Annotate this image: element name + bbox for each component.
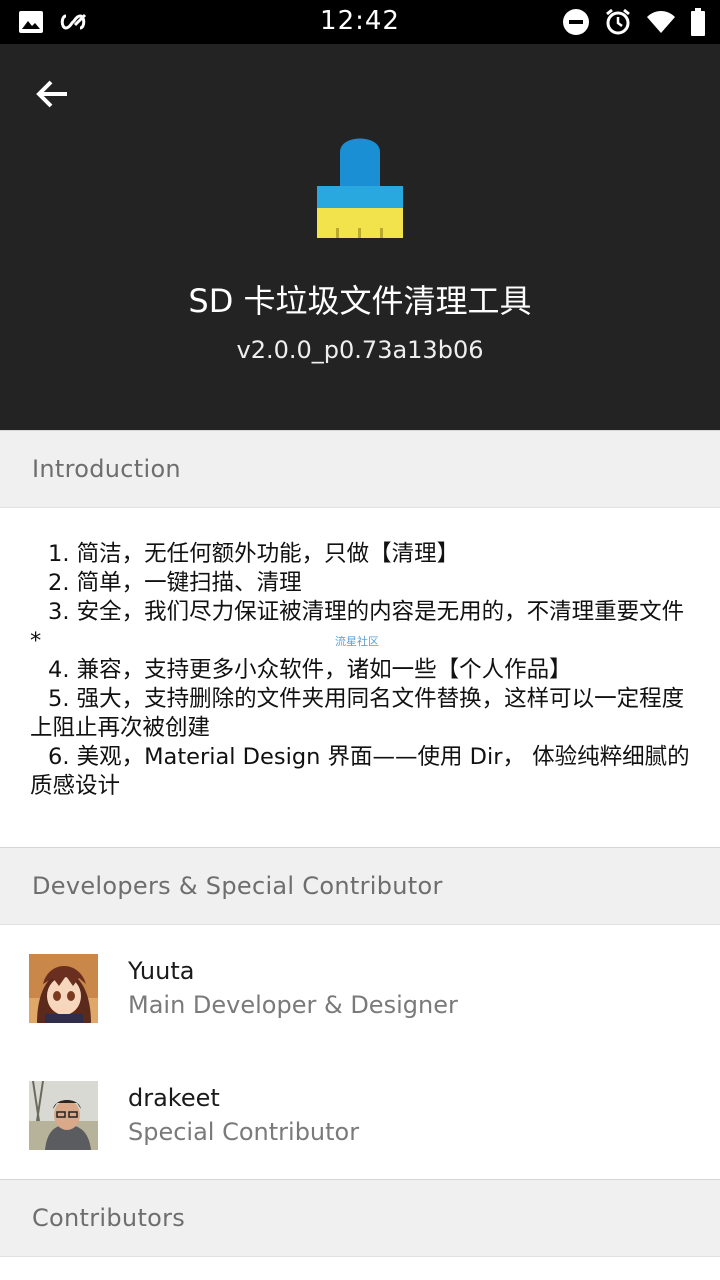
developer-item-drakeet[interactable]: drakeet Special Contributor [0,1052,720,1179]
broom-icon [312,132,408,242]
introduction-text: 1. 简洁，无任何额外功能，只做【清理】 2. 简单，一键扫描、清理 3. 安全… [30,540,690,801]
app-name: SD 卡垃圾文件清理工具 [188,282,532,320]
developer-name: drakeet [128,1084,220,1112]
developer-role: Special Contributor [128,1118,360,1146]
alarm-icon [604,8,632,40]
wifi-icon [646,9,676,39]
back-button[interactable] [30,74,74,118]
section-title: Introduction [32,455,181,483]
watermark: 流星社区 [335,635,379,648]
developers-list: Yuuta Main Developer & Designer drakeet … [0,925,720,1179]
section-title: Developers & Special Contributor [32,872,443,900]
avatar [29,954,98,1023]
section-header-developers: Developers & Special Contributor [0,847,720,925]
intro-line: 5. 强大，支持删除的文件夹用同名文件替换，这样可以一定程度上阻止再次被创建 [30,686,685,741]
status-right-icons [562,8,706,40]
developer-role: Main Developer & Designer [128,991,458,1019]
section-header-contributors: Contributors [0,1179,720,1257]
intro-line: 6. 美观，Material Design 界面——使用 Dir， 体验纯粹细腻… [30,744,690,799]
developer-name: Yuuta [128,957,195,985]
battery-icon [690,8,706,40]
do-not-disturb-icon [562,8,590,40]
introduction-card: 1. 简洁，无任何额外功能，只做【清理】 2. 简单，一键扫描、清理 3. 安全… [0,508,720,848]
avatar [29,1081,98,1150]
app-version: v2.0.0_p0.73a13b06 [236,336,484,364]
intro-line: 1. 简洁，无任何额外功能，只做【清理】 [48,541,460,567]
intro-line: 4. 兼容，支持更多小众软件，诸如一些【个人作品】 [48,657,572,683]
developer-item-yuuta[interactable]: Yuuta Main Developer & Designer [0,925,720,1052]
intro-line: 2. 简单，一键扫描、清理 [48,570,302,596]
arrow-back-icon [35,79,69,113]
status-bar: 12:42 [0,0,720,44]
section-header-introduction: Introduction [0,430,720,508]
section-title: Contributors [32,1204,186,1232]
app-header: SD 卡垃圾文件清理工具 v2.0.0_p0.73a13b06 [0,44,720,430]
